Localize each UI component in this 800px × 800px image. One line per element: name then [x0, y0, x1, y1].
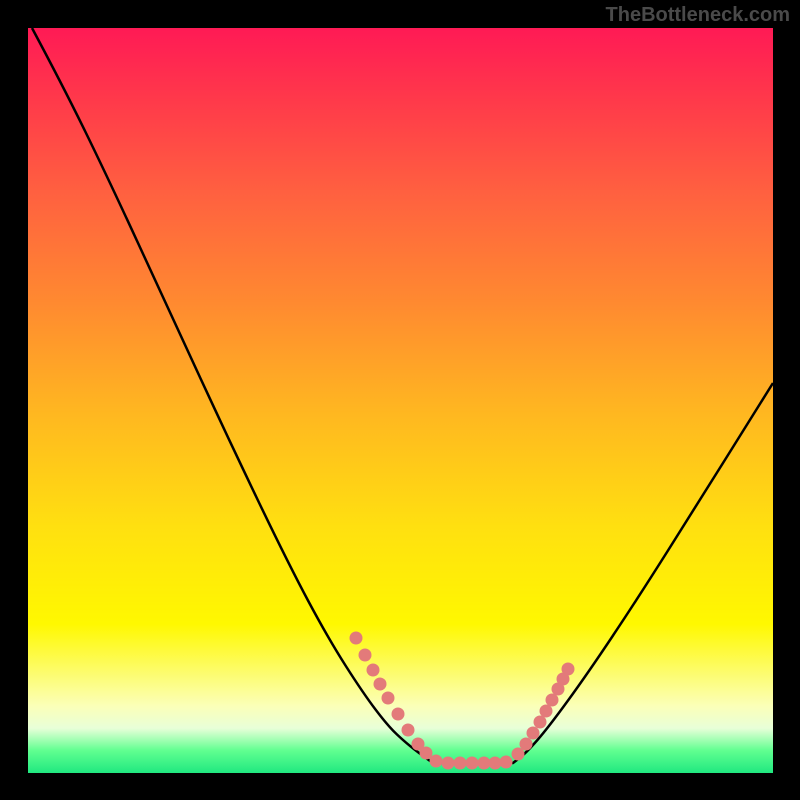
data-dot: [520, 738, 533, 751]
data-dot: [430, 755, 443, 768]
data-dot: [500, 756, 513, 769]
chart-svg: [28, 28, 773, 773]
data-dot: [392, 708, 405, 721]
watermark-text: TheBottleneck.com: [606, 4, 790, 27]
data-dot: [402, 724, 415, 737]
curve-group: [32, 28, 773, 763]
data-dot: [527, 727, 540, 740]
data-dot: [466, 757, 479, 770]
data-dot: [454, 757, 467, 770]
data-dot: [546, 694, 559, 707]
bottleneck-curve: [32, 28, 773, 763]
data-dot: [350, 632, 363, 645]
data-dot: [534, 716, 547, 729]
data-dot: [367, 664, 380, 677]
data-dot: [374, 678, 387, 691]
data-dot: [359, 649, 372, 662]
data-dot: [442, 757, 455, 770]
data-dot: [540, 705, 553, 718]
data-dot: [562, 663, 575, 676]
dots-group: [350, 632, 575, 770]
data-dot: [382, 692, 395, 705]
data-dot: [489, 757, 502, 770]
